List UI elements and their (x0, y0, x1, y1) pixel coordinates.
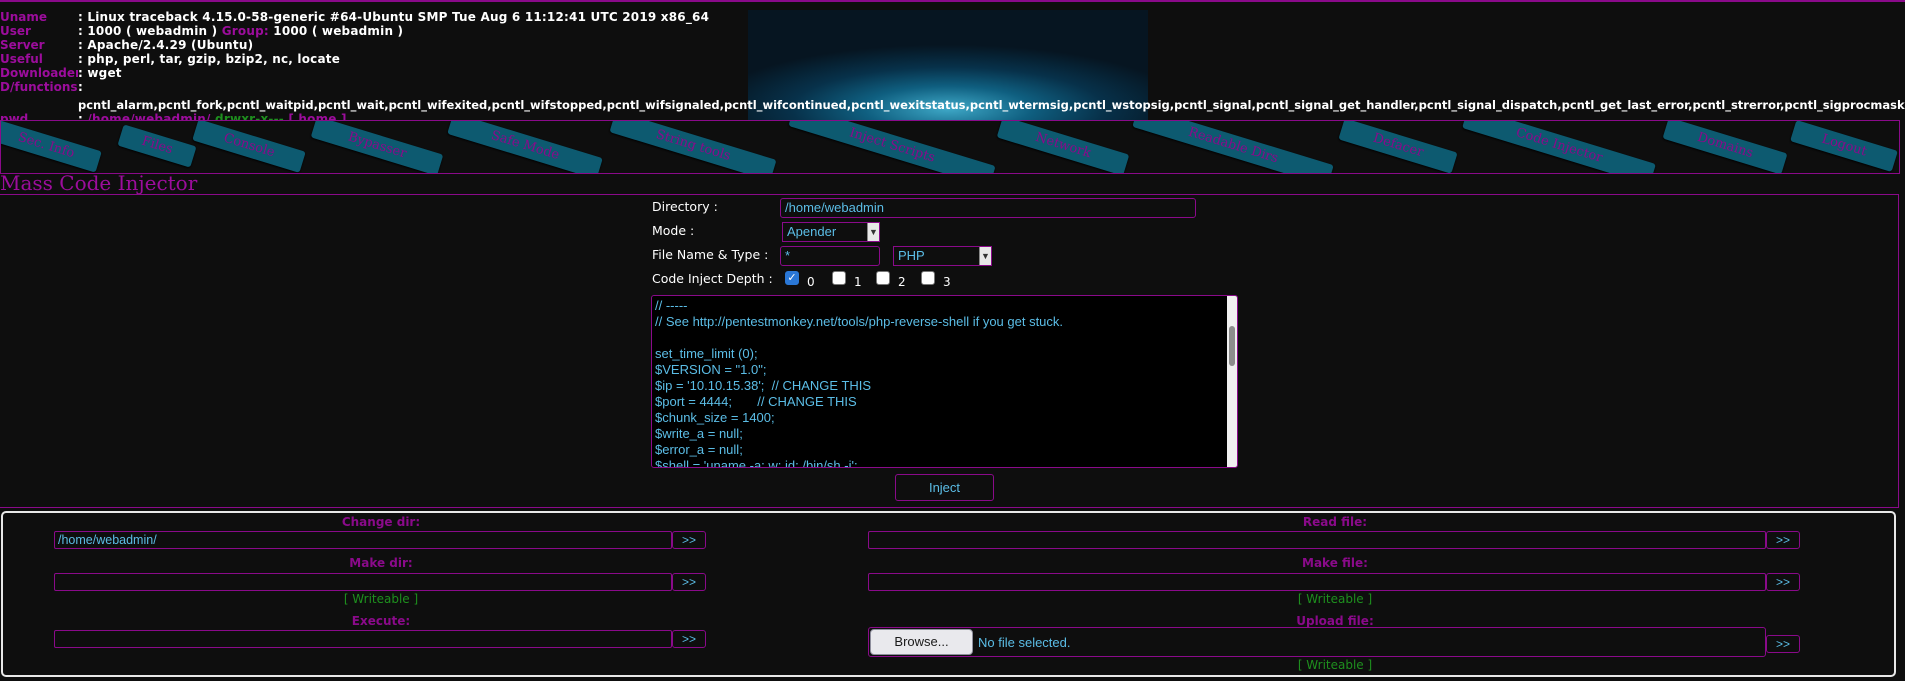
info-key: Uname (0, 10, 48, 24)
mode-select-value: Apender (787, 224, 837, 239)
change-dir-go-button[interactable]: >> (672, 531, 706, 549)
menu-item-code-injector[interactable]: Code Injector (1462, 121, 1656, 173)
make-file-writeable-status: [ Writeable ] (1297, 592, 1373, 606)
menu-item-console[interactable]: Console (192, 121, 306, 173)
group-label: Group: (221, 24, 269, 38)
menu-item-defacer[interactable]: Defacer (1338, 121, 1458, 173)
make-file-input[interactable] (868, 573, 1766, 591)
make-file-go-button[interactable]: >> (1766, 573, 1800, 591)
menu-item-safe-mode[interactable]: Safe Mode (447, 121, 603, 173)
depth-option-label: 1 (854, 275, 862, 289)
info-key: User (0, 24, 31, 38)
depth-checkbox-2[interactable] (876, 271, 890, 285)
menu-item-inject-scripts[interactable]: Inject Scripts (788, 121, 996, 173)
group-value: 1000 ( webadmin ) (273, 24, 404, 38)
info-value: : 1000 ( webadmin ) Group: 1000 ( webadm… (78, 24, 403, 38)
depth-checkbox-3[interactable] (921, 271, 935, 285)
inject-button[interactable]: Inject (895, 474, 994, 501)
info-value: : Apache/2.4.29 (Ubuntu) (78, 38, 254, 52)
code-scrollbar[interactable] (1227, 296, 1237, 467)
make-dir-go-button[interactable]: >> (672, 573, 706, 591)
upload-go-button[interactable]: >> (1766, 635, 1800, 653)
filename-input[interactable] (780, 246, 880, 266)
filename-type-label: File Name & Type : (652, 247, 769, 262)
read-file-input[interactable] (868, 531, 1766, 549)
info-value: : (78, 80, 83, 94)
depth-option-label: 0 (807, 275, 815, 289)
user-value: : 1000 ( webadmin ) (78, 24, 218, 38)
server-info-header: Uname : Linux traceback 4.15.0-58-generi… (0, 0, 1905, 126)
info-key: D/functions (0, 80, 78, 94)
inject-depth-label: Code Inject Depth : (652, 271, 773, 286)
info-key: Downloaders (0, 66, 78, 80)
info-key: Useful (0, 52, 43, 66)
code-textarea[interactable]: // ----- // See http://pentestmonkey.net… (651, 295, 1238, 468)
depth-option-label: 3 (943, 275, 951, 289)
info-value: : Linux traceback 4.15.0-58-generic #64-… (78, 10, 710, 24)
no-file-selected-text: No file selected. (978, 635, 1071, 650)
menu-item-readable-dirs[interactable]: Readable Dirs (1132, 121, 1334, 173)
info-value: : wget (78, 66, 122, 80)
change-dir-input[interactable] (54, 531, 672, 549)
menu-item-string-tools[interactable]: String tools (609, 121, 777, 173)
read-file-label: Read file: (1302, 515, 1368, 529)
change-dir-label: Change dir: (341, 515, 421, 529)
make-dir-writeable-status: [ Writeable ] (343, 592, 419, 606)
execute-go-button[interactable]: >> (672, 630, 706, 648)
disabled-functions-list: pcntl_alarm,pcntl_fork,pcntl_waitpid,pcn… (78, 98, 1905, 112)
browse-button[interactable]: Browse... (870, 629, 973, 655)
directory-input[interactable] (780, 198, 1196, 218)
chevron-down-icon: ▼ (867, 223, 879, 241)
make-dir-input[interactable] (54, 573, 672, 591)
mode-label: Mode : (652, 223, 695, 238)
info-key: Server (0, 38, 45, 52)
depth-checkbox-0[interactable]: ✓ (785, 271, 799, 285)
menu-item-logout[interactable]: Logout (1790, 121, 1898, 173)
menu-item-bypasser[interactable]: Bypasser (310, 121, 444, 173)
info-value: : php, perl, tar, gzip, bzip2, nc, locat… (78, 52, 341, 66)
read-file-go-button[interactable]: >> (1766, 531, 1800, 549)
directory-label: Directory : (652, 199, 718, 214)
menu-item-files[interactable]: Files (117, 124, 197, 168)
page-title: Mass Code Injector (0, 171, 198, 195)
file-type-select-value: PHP (898, 248, 925, 263)
mode-select[interactable]: Apender ▼ (782, 222, 880, 242)
menu-item-network[interactable]: Network (996, 121, 1130, 173)
code-content: // ----- // See http://pentestmonkey.net… (655, 298, 1064, 468)
upload-writeable-status: [ Writeable ] (1297, 658, 1373, 672)
make-file-label: Make file: (1302, 556, 1368, 570)
scrollbar-thumb[interactable] (1229, 326, 1235, 366)
depth-option-label: 2 (898, 275, 906, 289)
main-menu: Sec. Info Files Console Bypasser Safe Mo… (0, 120, 1900, 174)
menu-item-sec-info[interactable]: Sec. Info (1, 121, 102, 173)
chevron-down-icon: ▼ (979, 247, 991, 265)
menu-item-domains[interactable]: Domains (1662, 121, 1788, 173)
depth-checkbox-1[interactable] (832, 271, 846, 285)
execute-label: Execute: (351, 614, 411, 628)
execute-input[interactable] (54, 630, 672, 648)
upload-file-label: Upload file: (1296, 614, 1374, 628)
file-type-select[interactable]: PHP ▼ (893, 246, 992, 266)
make-dir-label: Make dir: (349, 556, 413, 570)
